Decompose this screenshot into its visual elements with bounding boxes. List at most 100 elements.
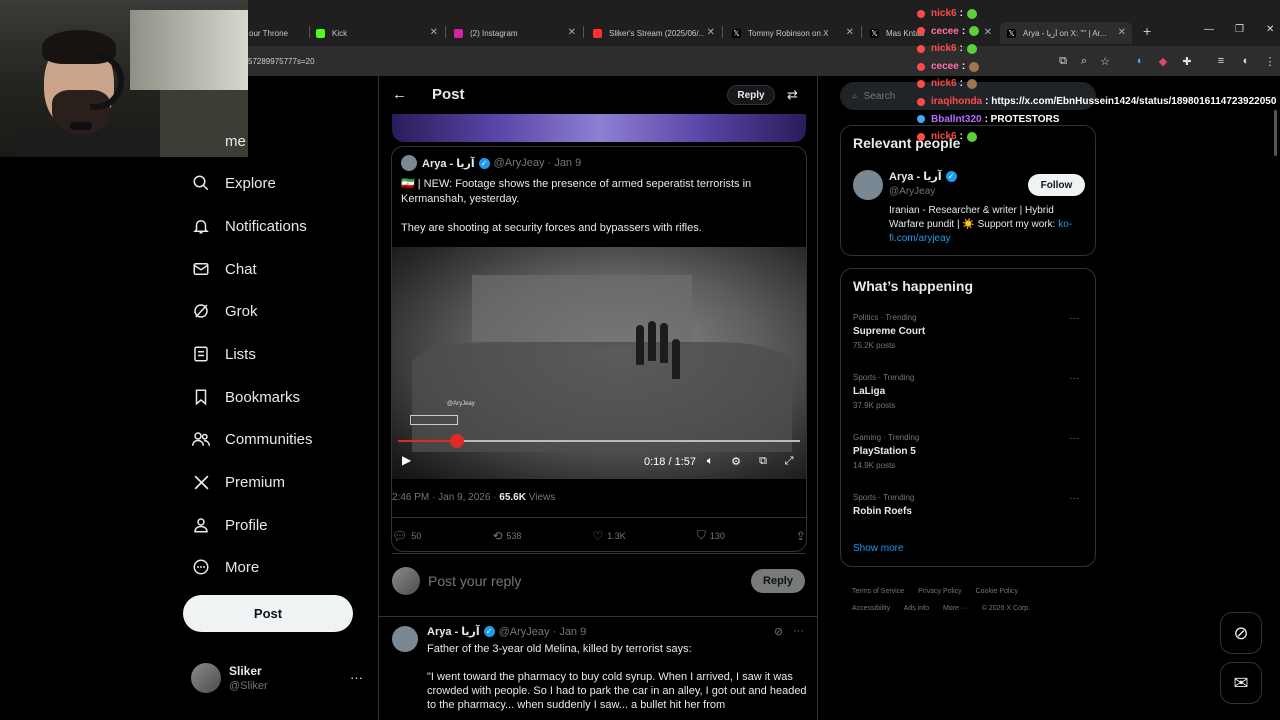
person-name[interactable]: Arya - آریا <box>889 170 942 183</box>
quote-date[interactable]: Jan 9 <box>554 157 581 169</box>
bookmark-action[interactable]: ⛉ 130 <box>697 528 725 543</box>
trend-item[interactable]: Politics · Trending Supreme Court 75.2K … <box>853 313 1085 350</box>
nav-premium[interactable]: Premium <box>191 467 285 497</box>
chat-message: nick6: <box>917 75 1276 93</box>
video-progress-bar[interactable] <box>398 434 800 448</box>
nav-bookmarks[interactable]: Bookmarks <box>191 382 300 412</box>
nav-grok[interactable]: Grok <box>191 296 258 326</box>
browser-tab[interactable]: (2) Instagram ✕ <box>454 22 576 44</box>
back-arrow-icon[interactable]: ← <box>392 86 407 103</box>
nav-explore[interactable]: Explore <box>191 168 276 198</box>
more-options-icon[interactable]: ··· <box>1069 313 1079 324</box>
browser-tab[interactable]: Kick ✕ <box>316 22 438 44</box>
reply-date[interactable]: Jan 9 <box>559 626 586 638</box>
nav-label: Explore <box>225 174 276 192</box>
close-tab-icon[interactable]: ✕ <box>430 27 438 38</box>
reply-submit-button[interactable]: Reply <box>751 569 805 593</box>
avatar[interactable] <box>853 170 883 200</box>
nav-notifications[interactable]: Notifications <box>191 211 307 241</box>
account-switcher[interactable]: Sliker @Sliker <box>191 663 268 693</box>
bell-icon <box>191 216 211 236</box>
nav-profile[interactable]: Profile <box>191 510 268 540</box>
footer-link[interactable]: Ads info <box>904 605 929 612</box>
more-options-icon[interactable]: ··· <box>1069 493 1079 504</box>
panel-title: What’s happening <box>853 278 974 294</box>
reply-action[interactable]: 💬︎ 50 <box>392 528 421 543</box>
video-player[interactable]: @AryJeay ▶ 0:18 / 1:57 🔈︎ ⚙ ⧉ ⤢ <box>392 247 806 479</box>
post-button[interactable]: Post <box>183 595 353 632</box>
like-action[interactable]: ♡ 1.3K <box>592 528 625 543</box>
close-tab-icon[interactable]: ✕ <box>846 27 854 38</box>
post-timestamp[interactable]: 2:46 PM · Jan 9, 2026 · <box>392 492 499 503</box>
pip-icon[interactable]: ⧉ <box>756 454 770 468</box>
share-icon: ⇪ <box>795 528 806 543</box>
mail-icon <box>191 259 211 279</box>
nav-home[interactable]: me <box>191 126 246 156</box>
settings-gear-icon[interactable]: ⚙ <box>729 454 743 468</box>
nav-label: Bookmarks <box>225 388 301 406</box>
show-more-link[interactable]: Show more <box>853 543 904 554</box>
repost-action[interactable]: ⟲ 538 <box>492 528 521 543</box>
trend-item[interactable]: Gaming · Trending PlayStation 5 14.9K po… <box>853 433 1085 470</box>
video-scrub-handle[interactable] <box>449 434 464 448</box>
follow-button[interactable]: Follow <box>1028 174 1085 196</box>
share-action[interactable]: ⇪ <box>796 528 806 543</box>
close-tab-icon[interactable]: ✕ <box>568 27 576 38</box>
stream-chat-overlay: nick6: cecee: nick6: cecee: nick6: iraqi… <box>917 5 1276 146</box>
grok-fab-icon[interactable]: ⊘ <box>1220 612 1262 654</box>
nav-label: Communities <box>225 430 313 448</box>
quote-text-line: 🇮🇷 | NEW: Footage shows the presence of … <box>401 178 752 205</box>
trend-item[interactable]: Sports · Trending Robin Roefs ··· <box>853 493 1085 517</box>
browser-tab[interactable]: Sliker's Stream (2025/06/... ✕ <box>593 22 715 44</box>
trend-item[interactable]: Sports · Trending LaLiga 37.9K posts ··· <box>853 373 1085 410</box>
chat-username: nick6 <box>931 131 957 143</box>
reply-handle[interactable]: @AryJeay <box>499 626 550 638</box>
nav-label: Premium <box>225 473 286 491</box>
reply-input[interactable]: Post your reply <box>428 573 521 589</box>
url-text[interactable]: 57289975777s=20 <box>248 57 315 66</box>
reply-author[interactable]: Arya - آریا <box>427 625 480 638</box>
video-time: 0:18 / 1:57 <box>644 456 696 468</box>
video-figure <box>672 339 680 379</box>
person-bio: Iranian - Researcher & writer | Hybrid W… <box>889 205 1073 244</box>
chat-badge-icon <box>917 9 925 18</box>
avatar[interactable] <box>392 626 418 652</box>
nav-more[interactable]: More <box>191 552 259 582</box>
more-options-icon[interactable]: ··· <box>1069 433 1079 444</box>
search-placeholder: Search <box>863 90 896 102</box>
more-options-icon[interactable]: ··· <box>1069 373 1079 384</box>
browser-tab[interactable]: 𝕏 Tommy Robinson on X ✕ <box>732 22 854 44</box>
footer-link[interactable]: More ··· <box>943 605 968 612</box>
footer-link[interactable]: Terms of Service <box>852 588 904 595</box>
avatar[interactable] <box>401 155 417 171</box>
nav-lists[interactable]: Lists <box>191 339 256 369</box>
browser-tab[interactable]: our Throne <box>249 22 307 44</box>
footer-link[interactable]: Cookie Policy <box>976 588 1018 595</box>
quote-handle[interactable]: @AryJeay <box>494 157 545 169</box>
chat-username: nick6 <box>931 78 957 90</box>
volume-icon[interactable]: 🔈︎ <box>703 454 717 468</box>
footer-link[interactable]: Privacy Policy <box>918 588 962 595</box>
reply-text-line: "I went toward the pharmacy to buy cold … <box>427 671 807 711</box>
nav-communities[interactable]: Communities <box>191 424 313 454</box>
previous-post-media[interactable] <box>392 114 806 142</box>
chat-message: Bballnt320: PROTESTORS <box>917 111 1276 129</box>
grok-icon[interactable]: ⊘ <box>774 625 783 638</box>
nav-label: Notifications <box>225 217 307 235</box>
play-icon[interactable]: ▶ <box>402 453 411 467</box>
page-title: Post <box>432 86 465 103</box>
footer-link[interactable]: Accessibility <box>852 605 890 612</box>
messages-fab-icon[interactable]: ✉ <box>1220 662 1262 704</box>
account-more-icon[interactable]: ··· <box>350 670 363 685</box>
reply-post[interactable]: Arya - آریا ✓ @AryJeay · Jan 9 ⊘ ··· Fat… <box>379 616 817 720</box>
fullscreen-icon[interactable]: ⤢ <box>782 454 796 468</box>
header-reply-button[interactable]: Reply <box>727 85 775 105</box>
video-figure <box>660 323 668 363</box>
filter-icon[interactable]: ⇄ <box>787 87 798 103</box>
nav-chat[interactable]: Chat <box>191 254 257 284</box>
person-handle[interactable]: @AryJeay <box>889 186 935 197</box>
more-options-icon[interactable]: ··· <box>793 625 804 637</box>
close-tab-icon[interactable]: ✕ <box>707 27 715 38</box>
quote-author[interactable]: Arya - آریا <box>422 157 475 170</box>
bookmark-icon: ⛉ <box>696 528 706 542</box>
